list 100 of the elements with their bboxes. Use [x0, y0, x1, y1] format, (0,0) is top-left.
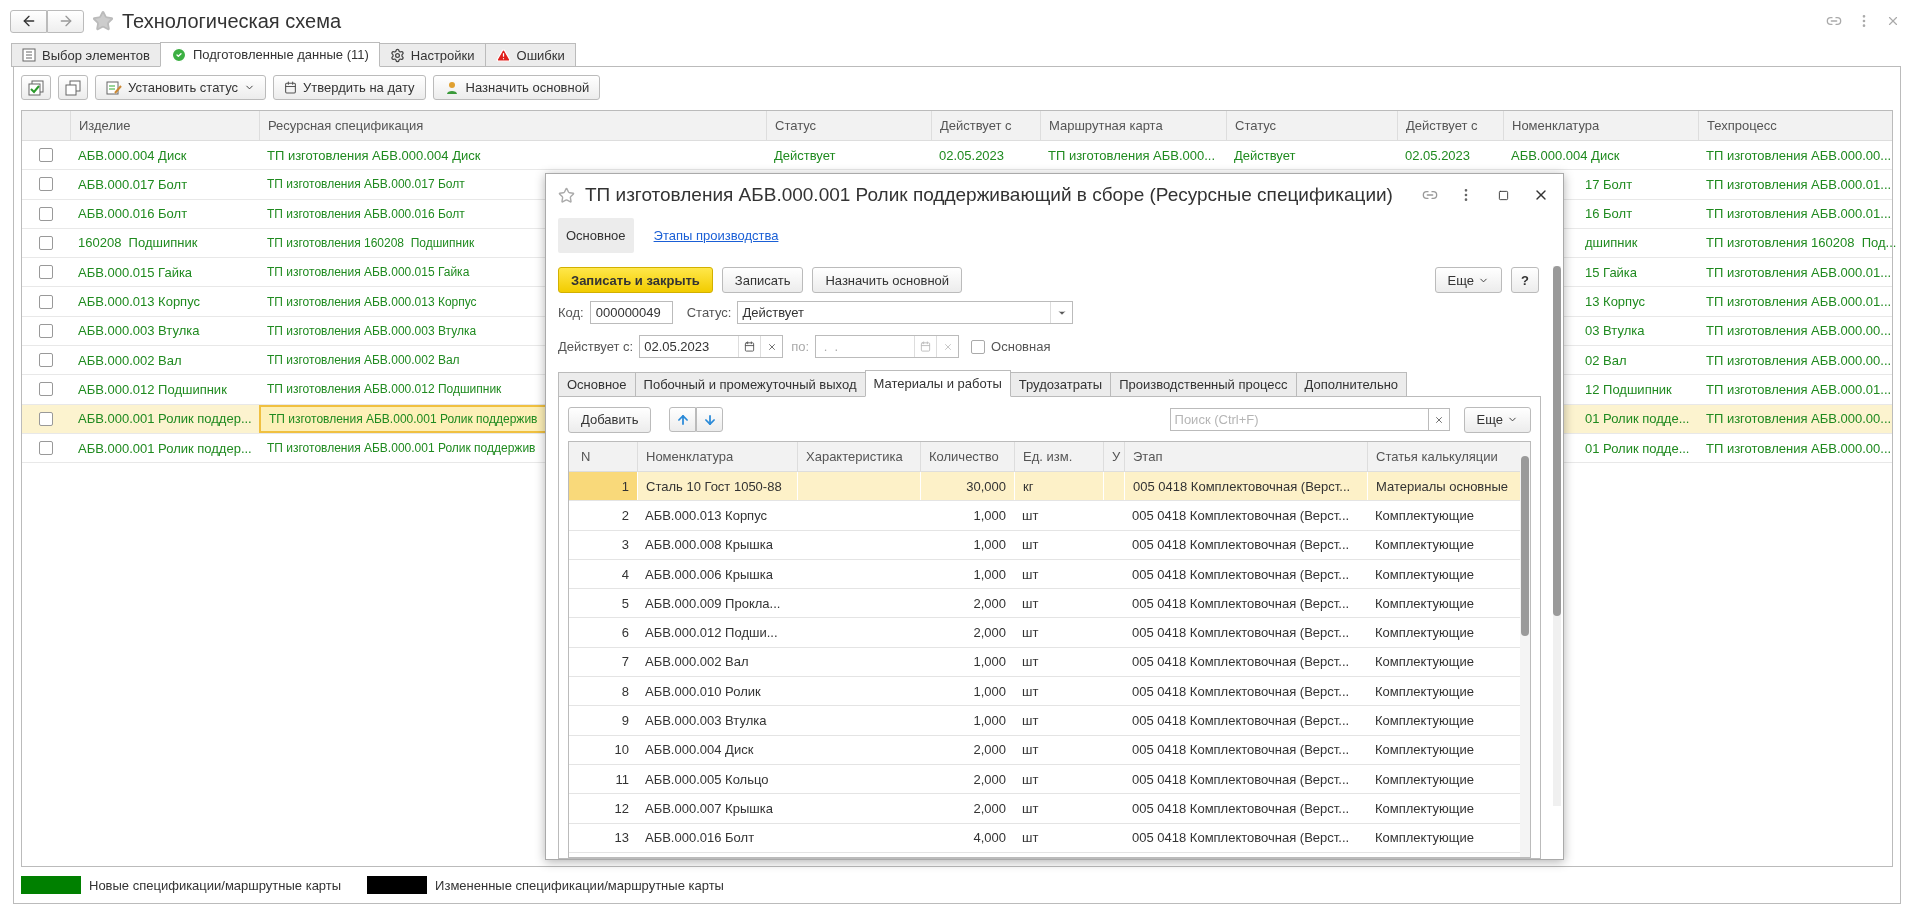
table-cell-text: ТП изготовления АБВ.000.001 Ролик поддержив: [266, 440, 537, 457]
table-cell-text: Комплектующие: [1374, 829, 1475, 848]
table-cell-text: 005 0418 Комплектовочная (Верст...: [1131, 506, 1351, 525]
table-cell-text: АБВ.000.007 Крышка: [644, 799, 774, 818]
table-cell-text: Комплектующие: [1374, 712, 1475, 730]
table-cell-text: ТП изготовления АБВ.000.00...: [1705, 410, 1892, 429]
table-cell-text: шт: [1021, 624, 1040, 643]
table-cell-text: Комплектующие: [1374, 506, 1475, 525]
table-cell-text: шт: [1021, 770, 1040, 789]
table-cell-text: дшипник: [1584, 234, 1639, 253]
table-cell-text: ТП изготовления АБВ.000.013 Корпус: [266, 293, 478, 311]
table-cell-text: 01 Ролик подде...: [1584, 410, 1691, 429]
table-cell: 30,000: [920, 472, 1014, 501]
table-cell-text: ТП изготовления АБВ.000.00...: [1705, 146, 1892, 165]
table-cell-text: 02.05.2023: [938, 146, 1006, 165]
table-cell-text: АБВ.000.016 Болт: [77, 205, 189, 224]
table-cell-text: шт: [1021, 682, 1040, 701]
table-cell-text: 005 0418 Комплектовочная (Верст...: [1131, 536, 1351, 555]
table-cell-text: АБВ.000.013 Корпус: [644, 506, 768, 525]
table-cell-text: Комплектующие: [1374, 594, 1475, 613]
table-cell-text: 160208 Подшипник: [77, 234, 199, 253]
table-cell-text: ТП изготовления АБВ.000.01...: [1705, 293, 1892, 312]
table-cell-text: 2,000: [972, 624, 1007, 643]
table-cell-text: 005 0418 Комплектовочная (Верст...: [1131, 741, 1351, 760]
table-cell-text: шт: [1021, 536, 1040, 555]
table-cell-text: АБВ.000.017 Болт: [77, 175, 189, 194]
field-label: Статус:: [686, 305, 732, 320]
table-cell-text: шт: [1021, 653, 1040, 672]
table-cell-text: 005 0418 Комплектовочная (Верст...: [1131, 682, 1351, 701]
table-cell-text: ТП изготовления АБВ.000.016 Болт: [266, 205, 466, 223]
window-title: Технологическая схема: [122, 9, 342, 33]
table-cell-text: АБВ.000.001 Ролик поддер...: [77, 439, 253, 458]
legend-label: Новые спецификации/маршрутные карты: [89, 877, 342, 893]
table-cell: 1: [569, 472, 637, 501]
table-cell-text: АБВ.000.005 Кольцо: [644, 770, 770, 789]
table-cell-text: 2: [620, 506, 630, 525]
table-cell-text: ТП изготовления АБВ.000.01...: [1705, 380, 1892, 399]
table-cell-text: шт: [1021, 594, 1040, 613]
table-cell-text: 8: [620, 682, 630, 701]
dialog-title: ТП изготовления АБВ.000.001 Ролик поддерживающий в сборе (Ресурсные спецификации): [585, 184, 1394, 206]
table-cell-text: ТП изготовления АБВ.000.015 Гайка: [266, 264, 471, 282]
table-cell-text: АБВ.000.015 Гайка: [77, 263, 194, 282]
table-cell-text: ТП изготовления АБВ.000.003 Втулка: [266, 322, 478, 340]
table-cell-text: ТП изготовления АБВ.000.00...: [1705, 351, 1892, 370]
table-cell-text: 9: [620, 712, 630, 730]
table-cell: Сталь 10 Гост 1050-88: [637, 472, 797, 501]
table-cell-text: АБВ.000.001 Ролик поддер...: [77, 410, 253, 429]
table-cell-text: 005 0418 Комплектовочная (Верст...: [1131, 829, 1351, 848]
table-cell-text: АБВ.000.008 Крышка: [644, 536, 774, 555]
table-cell-text: 4,000: [972, 829, 1007, 848]
table-cell-text: АБВ.000.012 Подшипник: [77, 380, 228, 399]
table-cell-text: АБВ.000.004 Диск: [77, 146, 188, 165]
table-cell-text: 1,000: [972, 653, 1007, 672]
table-cell-text: 02.05.2023: [1404, 146, 1472, 165]
checkbox-label: Основная: [991, 339, 1051, 354]
table-cell-text: 15 Гайка: [1584, 263, 1639, 282]
table-cell-text: ТП изготовления АБВ.000.004 Диск: [266, 146, 482, 165]
table-cell-text: ТП изготовления АБВ.000.00...: [1705, 439, 1892, 458]
table-cell-text: 12 Подшипник: [1584, 380, 1673, 399]
table-cell-text: 7: [620, 653, 630, 672]
table-cell-text: Комплектующие: [1374, 536, 1475, 555]
table-cell-text: АБВ.000.016 Болт: [644, 829, 756, 848]
table-cell-text: шт: [1021, 741, 1040, 760]
table-cell-text: ТП изготовления АБВ.000.002 Вал: [266, 352, 461, 370]
table-cell-text: АБВ.000.003 Втулка: [644, 712, 768, 730]
table-cell-text: шт: [1021, 799, 1040, 818]
table-cell-text: ТП изготовления АБВ.000.01...: [1705, 175, 1892, 194]
table-cell-text: АБВ.000.012 Подши...: [644, 624, 779, 643]
legend-label: Измененные спецификации/маршрутные карты: [435, 877, 724, 893]
table-cell-text: шт: [1021, 712, 1040, 730]
table-cell-text: 17 Болт: [1584, 175, 1634, 194]
table-cell-text: 1,000: [972, 506, 1007, 525]
table-cell-text: 2,000: [972, 741, 1007, 760]
table-cell-text: АБВ.000.002 Вал: [644, 653, 750, 672]
table-cell-text: 1,000: [972, 712, 1007, 730]
table-cell: 005 0418 Комплектовочная (Верст...: [1124, 472, 1367, 501]
table-cell-text: 1,000: [972, 682, 1007, 701]
table-cell-text: ТП изготовления АБВ.000.00...: [1705, 322, 1892, 341]
table-cell-text: ТП изготовления 160208 Подшипник: [266, 234, 476, 252]
table-cell-text: 13: [613, 829, 630, 848]
field-label: Код:: [558, 305, 584, 320]
table-cell-text: АБВ.000.003 Втулка: [77, 322, 201, 341]
table-cell-text: шт: [1021, 565, 1040, 584]
table-cell-text: 1,000: [972, 536, 1007, 555]
table-cell-text: 005 0418 Комплектовочная (Верст...: [1131, 653, 1351, 672]
field-label: Действует с:: [558, 339, 634, 354]
table-cell-text: ТП изготовления АБВ.000.01...: [1705, 263, 1892, 282]
field-label: по:: [791, 339, 810, 354]
table-cell-text: 2,000: [972, 799, 1007, 818]
table-cell-text: 1,000: [972, 565, 1007, 584]
table-cell-text: 005 0418 Комплектовочная (Верст...: [1131, 565, 1351, 584]
table-cell-text: АБВ.000.013 Корпус: [77, 293, 201, 312]
table-cell-text: АБВ.000.006 Крышка: [644, 565, 774, 584]
table-cell-text: ТП изготовления 160208 Под...: [1705, 234, 1897, 253]
table-cell-text: Действует: [1233, 146, 1297, 165]
table-cell-text: Действует: [773, 146, 837, 165]
table-cell-text: Комплектующие: [1374, 741, 1475, 760]
table-cell-text: ТП изготовления АБВ.000.01...: [1705, 205, 1892, 224]
table-cell-text: 16 Болт: [1584, 205, 1634, 224]
table-cell-text: 03 Втулка: [1584, 322, 1646, 341]
